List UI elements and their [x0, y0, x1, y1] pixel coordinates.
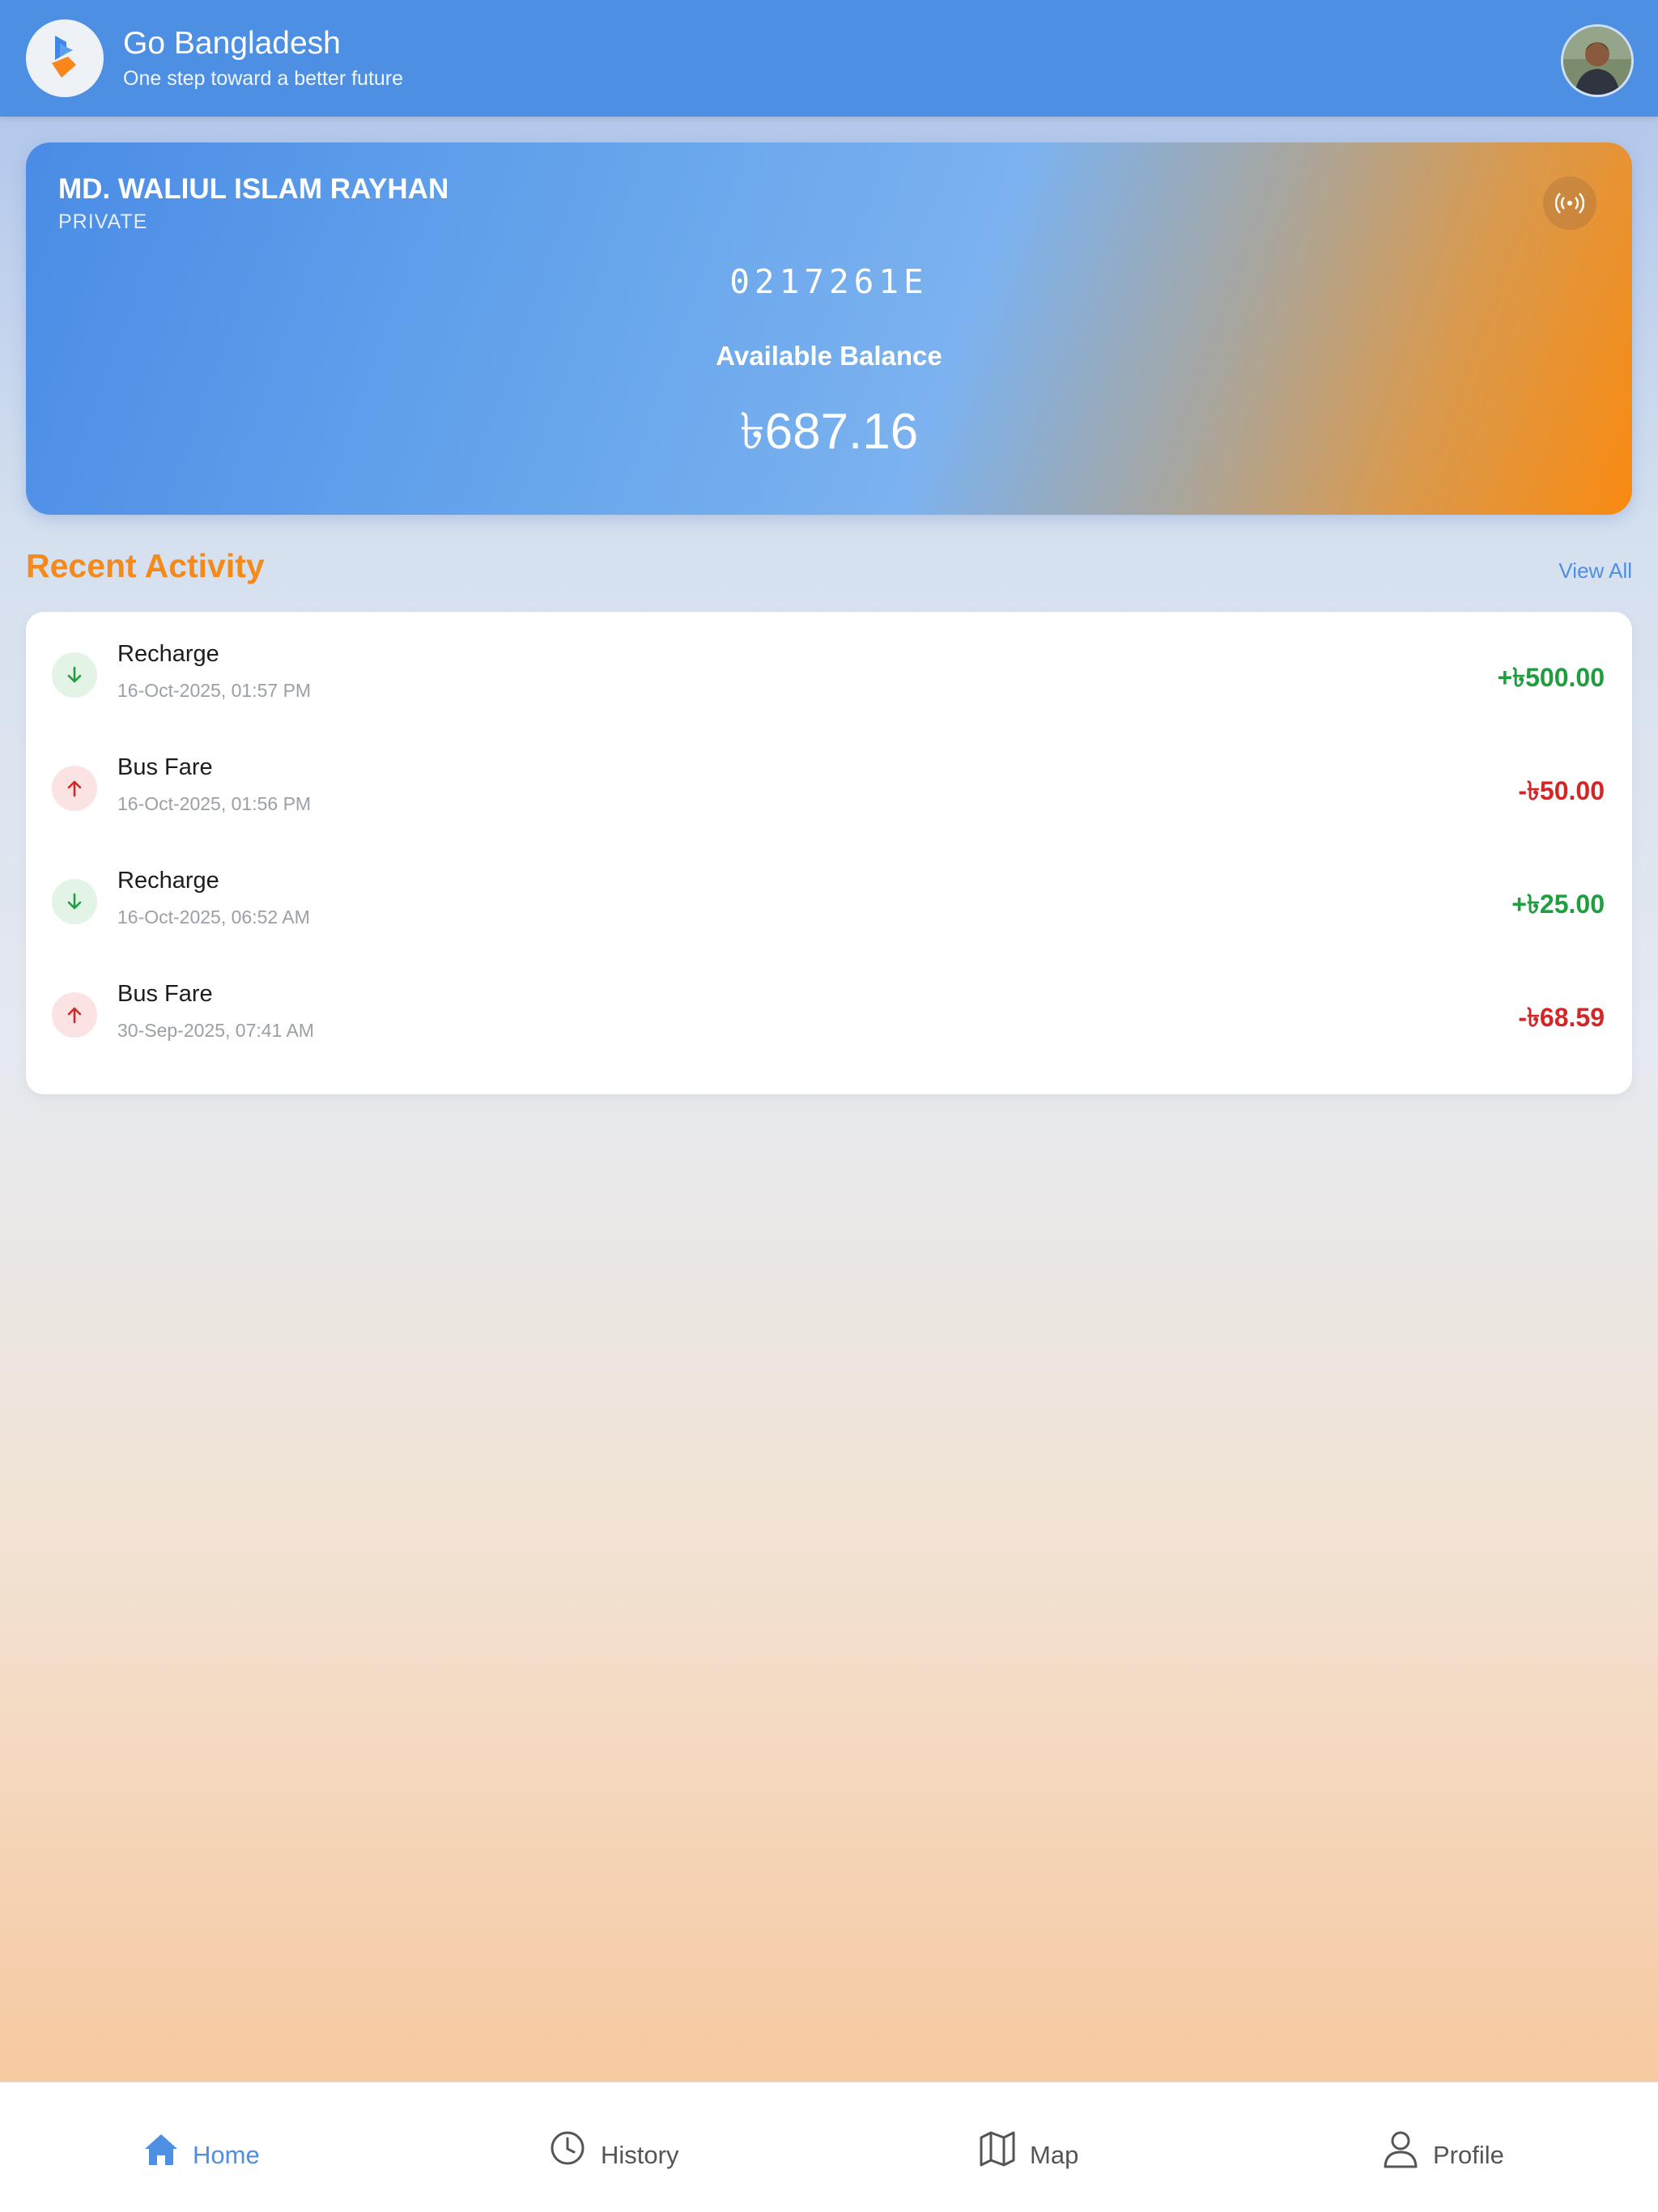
activity-time: 16-Oct-2025, 01:56 PM [117, 793, 312, 814]
activity-label: Recharge [117, 641, 219, 667]
activity-row[interactable]: Bus Fare 30-Sep-2025, 07:41 AM -৳68.59 [26, 966, 1632, 1080]
app-title: Go Bangladesh [123, 26, 341, 61]
app-subtitle: One step toward a better future [123, 67, 404, 90]
nav-history[interactable]: History [549, 2129, 695, 2178]
credit-indicator [52, 652, 97, 698]
arrow-up-icon [67, 1007, 82, 1024]
card-holder-type: PRIVATE [58, 210, 148, 233]
activity-amount: -৳68.59 [1518, 1003, 1605, 1032]
credit-indicator [52, 879, 97, 924]
balance-card[interactable]: MD. WALIUL ISLAM RAYHAN PRIVATE 0217261E… [26, 142, 1632, 515]
activity-label: Bus Fare [117, 981, 213, 1007]
activity-row[interactable]: Recharge 16-Oct-2025, 01:57 PM +৳500.00 [26, 626, 1632, 740]
nfc-button[interactable] [1543, 176, 1596, 230]
nav-map[interactable]: Map [978, 2129, 1091, 2178]
arrow-up-icon [67, 780, 82, 797]
bottom-navigation: Home History Map Profile [0, 2082, 1658, 2212]
avatar-photo [1563, 27, 1631, 95]
debit-indicator [52, 992, 97, 1038]
clock-icon [551, 2131, 585, 2165]
card-number: 0217261E [729, 262, 929, 301]
recent-activity-title: Recent Activity [26, 547, 265, 584]
activity-time: 16-Oct-2025, 01:57 PM [117, 680, 312, 701]
nav-profile-label: Profile [1433, 2141, 1504, 2169]
user-icon [1384, 2131, 1418, 2168]
view-all-link[interactable]: View All [1558, 558, 1632, 584]
app-header: Go Bangladesh One step toward a better f… [0, 0, 1658, 117]
map-icon [980, 2131, 1015, 2167]
arrow-down-icon [67, 893, 82, 910]
balance-label: Available Balance [716, 341, 942, 371]
activity-amount: +৳25.00 [1511, 889, 1605, 919]
nav-map-label: Map [1030, 2141, 1079, 2169]
activity-list: Recharge 16-Oct-2025, 01:57 PM +৳500.00 … [26, 612, 1632, 1094]
activity-label: Bus Fare [117, 754, 213, 780]
nav-profile[interactable]: Profile [1381, 2129, 1519, 2178]
debit-indicator [52, 766, 97, 811]
nav-home[interactable]: Home [141, 2129, 270, 2178]
activity-amount: +৳500.00 [1497, 663, 1605, 692]
activity-time: 30-Sep-2025, 07:41 AM [117, 1020, 314, 1041]
activity-time: 16-Oct-2025, 06:52 AM [117, 906, 310, 928]
nav-home-label: Home [193, 2141, 260, 2169]
activity-row[interactable]: Bus Fare 16-Oct-2025, 01:56 PM -৳50.00 [26, 740, 1632, 853]
profile-avatar[interactable] [1561, 24, 1634, 97]
nav-history-label: History [601, 2141, 679, 2169]
activity-amount: -৳50.00 [1518, 776, 1605, 805]
activity-label: Recharge [117, 868, 219, 894]
home-icon [145, 2134, 177, 2165]
card-holder-name: MD. WALIUL ISLAM RAYHAN [58, 173, 449, 205]
logo-icon [52, 36, 76, 78]
balance-amount: ৳687.16 [739, 404, 919, 460]
activity-row[interactable]: Recharge 16-Oct-2025, 06:52 AM +৳25.00 [26, 853, 1632, 966]
arrow-down-icon [67, 666, 82, 683]
app-logo [26, 19, 104, 97]
nfc-icon [1555, 193, 1584, 214]
